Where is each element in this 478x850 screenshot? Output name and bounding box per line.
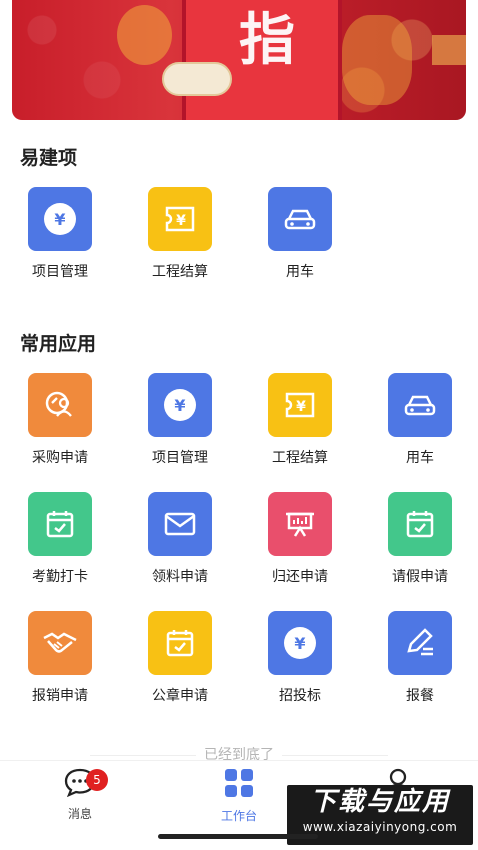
svg-text:¥: ¥ [176,213,186,229]
app-vehicle[interactable]: 用车 [240,187,360,281]
tab-messages[interactable]: 5 消息 [30,767,130,822]
calendar-check-icon [46,511,74,538]
calendar-check-icon [406,511,434,538]
envelope-icon [164,512,196,536]
app-tile: ¥ [148,373,212,437]
yen-coin-icon: ¥ [44,203,76,235]
yen-ticket-icon: ¥ [165,206,195,232]
promo-banner[interactable]: 指 [12,0,466,120]
app-reimbursement[interactable]: 报销申请 [0,611,120,705]
tab-label: 工作台 [220,809,257,823]
app-label: 领料申请 [152,569,208,585]
app-engineering-settlement-2[interactable]: ¥ 工程结算 [240,373,360,467]
app-tile [388,373,452,437]
pen-edit-icon [407,628,433,656]
home-indicator[interactable] [158,834,318,839]
app-tile [28,611,92,675]
app-label: 工程结算 [152,264,208,280]
app-label: 公章申请 [152,688,208,704]
section-title-common: 常用应用 [20,333,97,355]
app-label: 工程结算 [272,450,328,466]
app-tile [28,373,92,437]
app-label: 项目管理 [32,264,88,280]
app-project-management[interactable]: ¥ 项目管理 [0,187,120,281]
app-label: 请假申请 [392,569,448,585]
banner-glyph: 指 [239,7,295,73]
yen-ticket-icon: ¥ [285,392,315,418]
app-label: 采购申请 [32,450,88,466]
banner-ornament [432,35,466,65]
app-material-request[interactable]: 领料申请 [120,492,240,586]
app-leave-request[interactable]: 请假申请 [360,492,478,586]
app-tile [268,492,332,556]
app-tile: ¥ [28,187,92,251]
app-label: 归还申请 [272,569,328,585]
watermark-title: 下载与应用 [309,787,450,817]
calendar-check-icon [166,630,194,657]
app-tile [148,492,212,556]
app-tile: ¥ [268,611,332,675]
app-meal-order[interactable]: 报餐 [360,611,478,705]
app-label: 报销申请 [32,688,88,704]
banner-dragon-decoration [117,5,172,65]
unread-badge: 5 [86,769,108,791]
app-tile [388,492,452,556]
banner-cloud [162,62,232,96]
app-label: 招投标 [279,688,321,704]
app-tile [268,187,332,251]
app-project-management-2[interactable]: ¥ 项目管理 [120,373,240,467]
banner-dragon-decoration [342,15,412,105]
app-label: 考勤打卡 [32,569,88,585]
app-tile [388,611,452,675]
board-chart-icon [286,512,314,537]
app-return-request[interactable]: 归还申请 [240,492,360,586]
app-tile: ¥ [148,187,212,251]
app-label: 用车 [406,450,434,466]
tab-label: 消息 [67,807,92,821]
app-vehicle-2[interactable]: 用车 [360,373,478,467]
purchase-person-icon [45,391,72,417]
yen-coin-icon: ¥ [164,389,196,421]
app-tile: ¥ [268,373,332,437]
watermark-url: www.xiazaiyinyong.com [302,820,458,834]
handshake-icon [43,632,77,653]
app-bidding[interactable]: ¥ 招投标 [240,611,360,705]
car-icon [404,395,436,416]
yen-coin-icon: ¥ [284,627,316,659]
app-seal-request[interactable]: 公章申请 [120,611,240,705]
car-icon [284,209,316,230]
app-purchase-request[interactable]: 采购申请 [0,373,120,467]
app-tile [28,492,92,556]
svg-text:¥: ¥ [296,399,306,415]
app-engineering-settlement[interactable]: ¥ 工程结算 [120,187,240,281]
grid-icon [225,769,253,797]
section-title-yijian: 易建项 [20,147,78,169]
app-label: 项目管理 [152,450,208,466]
app-label: 报餐 [406,688,434,704]
app-tile [148,611,212,675]
app-label: 用车 [286,264,314,280]
tab-workbench[interactable]: 工作台 [189,767,289,824]
app-attendance[interactable]: 考勤打卡 [0,492,120,586]
